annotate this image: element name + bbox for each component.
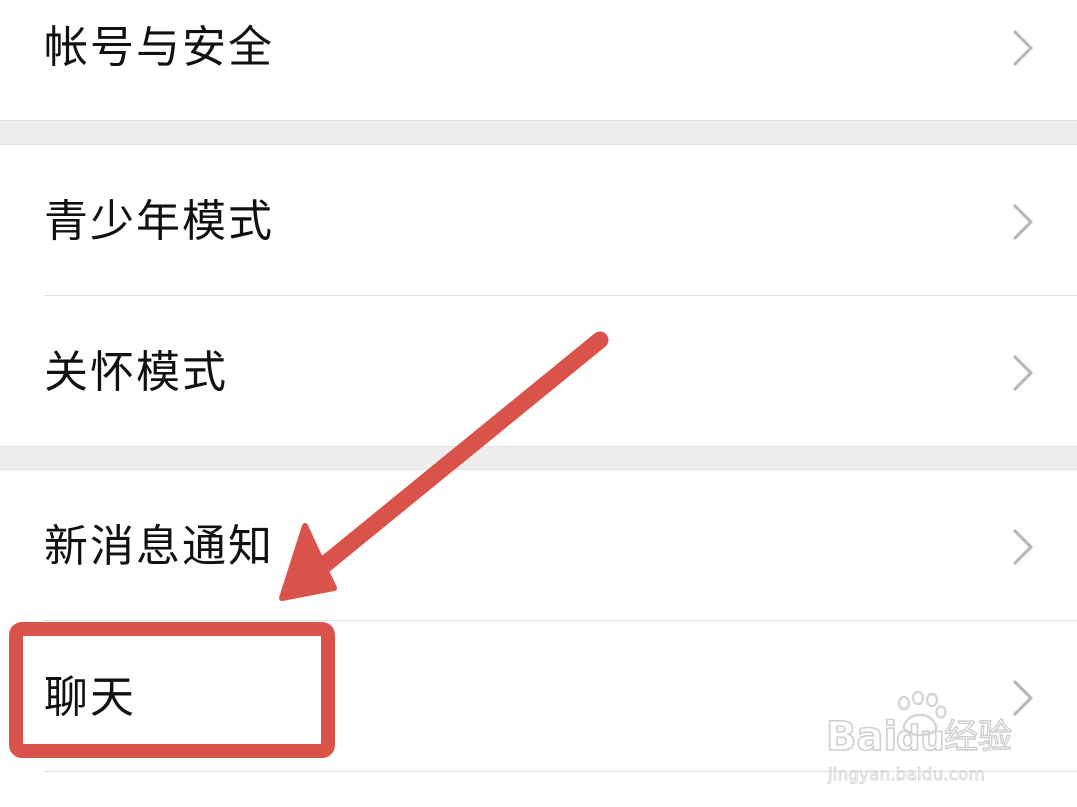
settings-item-new-message-notification[interactable]: 新消息通知: [0, 470, 1077, 620]
chevron-right-icon: [1010, 200, 1036, 244]
settings-item-label: 帐号与安全: [44, 22, 274, 73]
settings-screen: 帐号与安全 青少年模式 关怀模式 新消息通知 聊天: [0, 0, 1077, 807]
watermark-brand-text-2: du: [896, 719, 945, 759]
watermark-url: jingyan.baidu.com: [827, 765, 985, 785]
chevron-right-icon: [1010, 26, 1036, 70]
baidu-jingyan-watermark: Bai du 经验 jingyan.baidu.com: [825, 690, 1026, 790]
settings-item-label: 聊天: [44, 672, 136, 723]
settings-item-label: 关怀模式: [44, 347, 228, 398]
section-gap: [0, 120, 1077, 145]
settings-item-account-security[interactable]: 帐号与安全: [0, 0, 1077, 120]
chevron-right-icon: [1010, 525, 1036, 569]
section-gap: [0, 446, 1077, 470]
settings-item-youth-mode[interactable]: 青少年模式: [0, 145, 1077, 295]
chevron-right-icon: [1010, 351, 1036, 395]
settings-item-label: 新消息通知: [44, 521, 274, 572]
settings-item-label: 青少年模式: [44, 196, 274, 247]
watermark-brand-cn: 经验: [944, 717, 1012, 757]
watermark-brand-text: Bai: [826, 714, 897, 760]
settings-item-care-mode[interactable]: 关怀模式: [0, 296, 1077, 446]
